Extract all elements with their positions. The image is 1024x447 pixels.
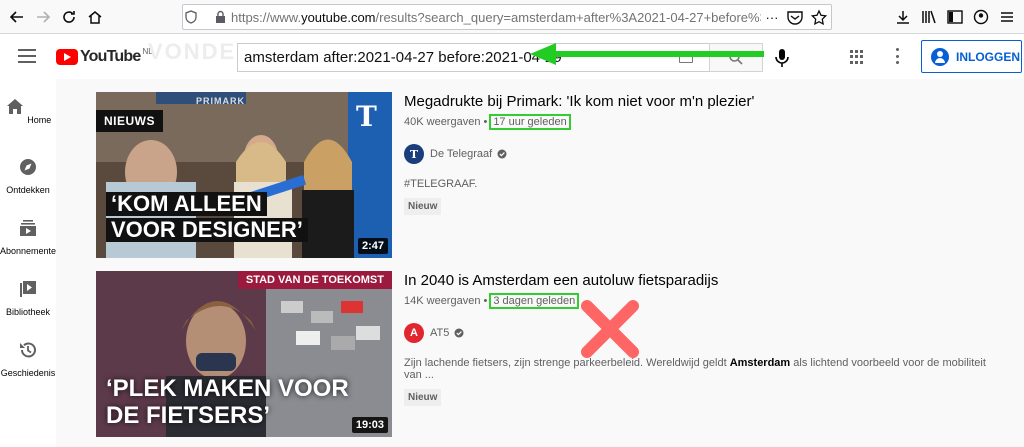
guide-menu-button[interactable] [18, 49, 36, 63]
verified-check-icon [454, 328, 464, 338]
download-icon [897, 11, 909, 24]
view-count: 40K weergaven [404, 116, 481, 128]
video-description: #TELEGRAAF. [404, 178, 478, 190]
user-avatar-icon [931, 47, 949, 66]
channel-name[interactable]: De Telegraaf [430, 148, 492, 160]
video-stats: 14K weergaven • 3 dagen geleden [404, 293, 1004, 309]
new-badge: Nieuw [404, 389, 442, 406]
thumbnail-headline: ‘KOM ALLEEN VOOR DESIGNER’ [106, 190, 308, 242]
reload-button[interactable] [56, 4, 82, 30]
pocket-icon[interactable] [783, 9, 807, 25]
microphone-icon [775, 49, 789, 67]
video-duration: 19:03 [351, 417, 388, 433]
apps-grid-icon[interactable] [850, 50, 864, 64]
video-meta: In 2040 is Amsterdam een autoluw fietspa… [404, 271, 1004, 406]
voice-search-button[interactable] [772, 47, 792, 69]
guide-sidebar: Home Ontdekken Abonnementen Bibliotheek … [0, 79, 61, 447]
sidebar-item-geschiedenis[interactable]: Geschiedenis [0, 340, 56, 378]
account-circle-icon [973, 9, 989, 25]
compass-icon [20, 159, 36, 175]
sidebar-item-abonnementen[interactable]: Abonnementen [0, 218, 61, 256]
thumbnail-headline: ‘PLEK MAKEN VOOR DE FIETSERS’ [106, 375, 349, 429]
hamburger-menu-icon [1001, 12, 1013, 22]
channel-avatar[interactable]: A [404, 323, 424, 343]
home-button[interactable] [82, 4, 108, 30]
library-button[interactable] [918, 4, 940, 30]
sidebar-item-label: Home [27, 115, 52, 125]
forward-arrow-icon [37, 11, 51, 23]
shield-icon [185, 10, 197, 24]
upload-date-highlighted: 17 uur geleden [489, 114, 571, 130]
browser-toolbar: https://www.youtube.com/results?search_q… [0, 0, 1024, 34]
menu-button[interactable] [996, 4, 1018, 30]
more-dots-icon[interactable]: ··· [761, 10, 783, 25]
channel-name[interactable]: AT5 [430, 327, 449, 339]
sidebar-item-label: Bibliotheek [5, 307, 51, 317]
new-badge: Nieuw [404, 198, 442, 215]
telegraaf-logo: T [356, 100, 377, 133]
red-x-annotation [581, 300, 639, 358]
library-books-icon [922, 10, 936, 24]
verified-check-icon [497, 149, 507, 159]
sidebar-toggle-button[interactable] [944, 4, 966, 30]
stats-separator: • [483, 295, 488, 307]
login-button[interactable]: INLOGGEN [921, 40, 1022, 73]
search-query-text: amsterdam after:2021-04-27 before:2021-0… [244, 49, 562, 66]
view-count: 14K weergaven [404, 295, 481, 307]
channel-avatar[interactable]: T [404, 144, 424, 164]
lock-icon [216, 10, 225, 23]
sidebar-item-ontdekken[interactable]: Ontdekken [0, 157, 56, 195]
sidebar-item-label: Ontdekken [6, 185, 50, 195]
url-text: https://www.youtube.com/results?search_q… [231, 9, 761, 25]
bookmark-star-icon[interactable] [807, 9, 831, 25]
browser-home-icon [88, 11, 102, 24]
channel-row[interactable]: A AT5 [404, 323, 1004, 343]
video-stats: 40K weergaven • 17 uur geleden [404, 114, 1004, 130]
back-button[interactable] [4, 4, 30, 30]
settings-kebab-icon[interactable] [895, 48, 899, 64]
reload-icon [63, 11, 75, 23]
sidebar-item-home[interactable]: Home [0, 97, 56, 125]
green-arrow-annotation [530, 43, 764, 65]
video-result[interactable]: STAD VAN DE TOEKOMST ‘PLEK MAKEN VOOR DE … [96, 271, 996, 439]
back-arrow-icon [9, 11, 23, 23]
youtube-logo[interactable]: YouTube NL [56, 47, 153, 66]
subscriptions-icon [20, 220, 36, 236]
downloads-button[interactable] [892, 4, 914, 30]
thumbnail-banner: STAD VAN DE TOEKOMST [237, 271, 392, 289]
history-icon [20, 342, 36, 358]
forward-button[interactable] [30, 4, 56, 30]
library-icon [20, 281, 36, 297]
account-button[interactable] [970, 4, 992, 30]
thumbnail-store-sign: PRIMARK [196, 96, 245, 106]
channel-row[interactable]: T De Telegraaf [404, 144, 1004, 164]
home-icon [6, 99, 23, 114]
logo-text: YouTube [80, 48, 141, 65]
video-title[interactable]: In 2040 is Amsterdam een autoluw fietspa… [404, 271, 1004, 291]
sidebar-item-label: Abonnementen [0, 246, 62, 256]
video-result[interactable]: PRIMARK NIEUWS T ‘KOM ALLEEN VOOR DESIGNE… [96, 92, 996, 260]
upload-date-highlighted: 3 dagen geleden [489, 293, 580, 309]
sidebar-item-label: Geschiedenis [0, 368, 56, 378]
video-title[interactable]: Megadrukte bij Primark: 'Ik kom niet voo… [404, 92, 1004, 112]
youtube-play-icon [56, 49, 78, 65]
sidebar-panel-icon [947, 10, 963, 24]
thumbnail-tag: NIEUWS [96, 110, 163, 132]
stats-separator: • [483, 116, 488, 128]
search-results: PRIMARK NIEUWS T ‘KOM ALLEEN VOOR DESIGNE… [56, 79, 1024, 447]
sidebar-item-bibliotheek[interactable]: Bibliotheek [0, 279, 56, 317]
video-meta: Megadrukte bij Primark: 'Ik kom niet voo… [404, 92, 1004, 215]
url-bar[interactable]: https://www.youtube.com/results?search_q… [182, 4, 832, 30]
video-description: Zijn lachende fietsers, zijn strenge par… [404, 357, 986, 381]
video-thumbnail[interactable]: PRIMARK NIEUWS T ‘KOM ALLEEN VOOR DESIGNE… [96, 92, 392, 258]
youtube-header: YouTube NL VONDELPA amsterdam after:2021… [0, 35, 1024, 79]
video-duration: 2:47 [357, 238, 388, 254]
login-label: INLOGGEN [956, 49, 1021, 64]
video-thumbnail[interactable]: STAD VAN DE TOEKOMST ‘PLEK MAKEN VOOR DE … [96, 271, 392, 437]
